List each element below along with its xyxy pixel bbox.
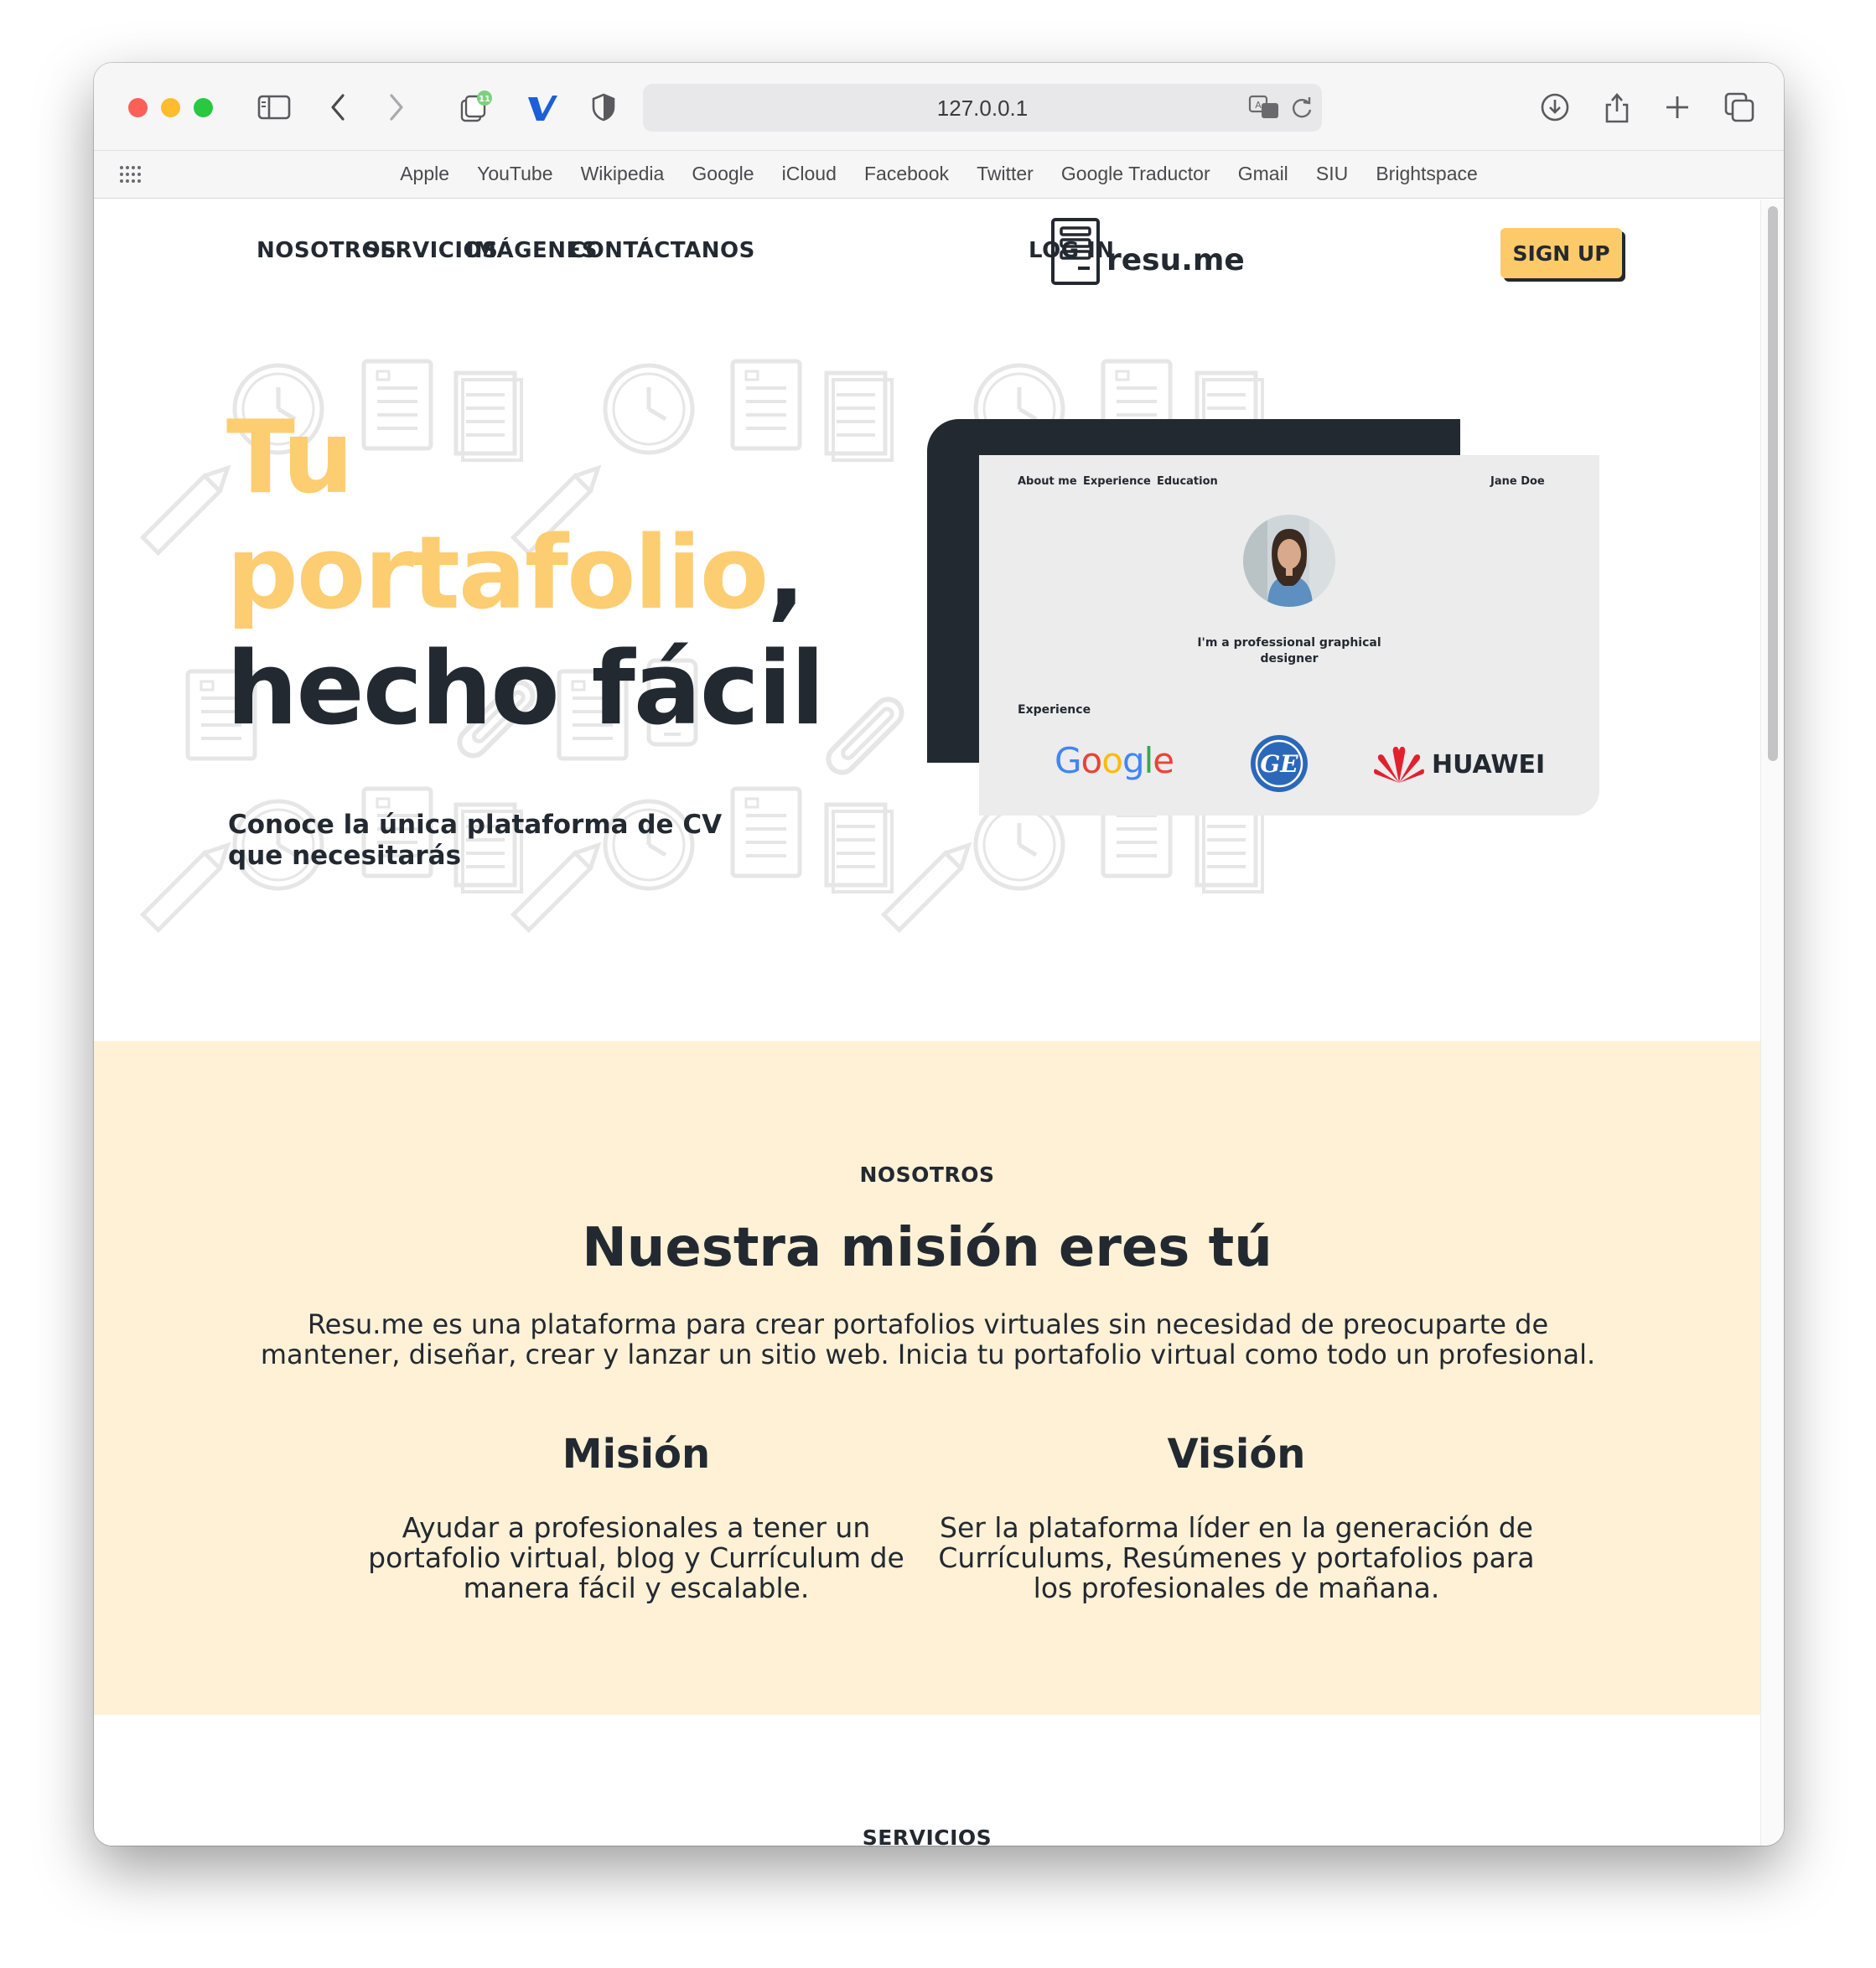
about-description: Resu.me es una plataforma para crear por… xyxy=(260,1308,1596,1370)
favorite-brightspace[interactable]: Brightspace xyxy=(1376,163,1477,185)
page-viewport: NOSOTROS SERVICIOS IMÁGENES CONTÁCTANOS … xyxy=(94,199,1760,1846)
mission-column: Misión Ayudar a profesionales a tener un… xyxy=(334,1431,938,1603)
favorite-apple[interactable]: Apple xyxy=(400,163,449,185)
favorite-icloud[interactable]: iCloud xyxy=(782,163,837,185)
vimeo-extension-icon[interactable] xyxy=(523,88,562,127)
extension-tabs-icon[interactable]: 11 xyxy=(456,88,495,127)
downloads-icon[interactable] xyxy=(1536,88,1574,127)
preview-tagline: I'm a professional graphical designer xyxy=(1197,636,1381,665)
services-eyebrow: SERVICIOS xyxy=(862,1826,992,1846)
minimize-window-button[interactable] xyxy=(161,98,180,117)
favorite-youtube[interactable]: YouTube xyxy=(477,163,552,185)
page-scrollbar[interactable] xyxy=(1760,199,1784,1846)
login-link[interactable]: LOG IN xyxy=(1029,238,1115,263)
hero-subtitle: Conoce la única plataforma de CV que nec… xyxy=(228,810,723,871)
vision-column: Visión Ser la plataforma líder en la gen… xyxy=(935,1431,1538,1603)
preview-experience-label: Experience xyxy=(1018,703,1091,717)
nav-contactanos[interactable]: CONTÁCTANOS xyxy=(569,238,755,263)
favorite-wikipedia[interactable]: Wikipedia xyxy=(581,163,665,185)
preview-name: Jane Doe xyxy=(1490,475,1545,488)
close-window-button[interactable] xyxy=(128,98,148,117)
hero-title-line2: portafolio xyxy=(226,515,769,632)
privacy-shield-icon[interactable] xyxy=(584,88,623,127)
zoom-window-button[interactable] xyxy=(194,98,213,117)
browser-toolbar: 11 127.0.0.1 A xyxy=(94,63,1784,151)
favorite-google[interactable]: Google xyxy=(692,163,754,185)
url-text: 127.0.0.1 xyxy=(936,96,1029,121)
tab-overview-icon[interactable] xyxy=(1720,88,1759,127)
huawei-wordmark: HUAWEI xyxy=(1432,750,1546,779)
hero-title: Tu portafolio, hecho fácil xyxy=(226,400,825,748)
extension-badge: 11 xyxy=(479,95,490,104)
ge-logo: GE xyxy=(1249,733,1309,797)
mission-text: Ayudar a profesionales a tener un portaf… xyxy=(368,1511,904,1604)
preview-nav-about: About me xyxy=(1018,475,1077,488)
google-logo: Google xyxy=(1055,740,1174,781)
svg-text:GE: GE xyxy=(1260,750,1298,778)
vision-title: Visión xyxy=(1167,1431,1306,1478)
portfolio-preview: About me Experience Education Jane Doe I… xyxy=(979,455,1599,816)
favorites-bar: Apple YouTube Wikipedia Google iCloud Fa… xyxy=(94,151,1784,199)
signup-button[interactable]: SIGN UP xyxy=(1500,228,1622,278)
profile-avatar xyxy=(1242,514,1336,611)
huawei-flower-icon xyxy=(1373,744,1425,788)
scrollbar-thumb[interactable] xyxy=(1768,206,1778,761)
new-tab-icon[interactable] xyxy=(1658,88,1697,127)
mission-title: Misión xyxy=(562,1431,711,1478)
preview-nav-experience: Experience xyxy=(1083,475,1151,488)
vision-text: Ser la plataforma líder en la generación… xyxy=(938,1511,1535,1604)
favorite-gmail[interactable]: Gmail xyxy=(1238,163,1288,185)
favorite-twitter[interactable]: Twitter xyxy=(977,163,1034,185)
about-title: Nuestra misión eres tú xyxy=(582,1217,1272,1279)
forward-icon[interactable] xyxy=(377,88,416,127)
reload-icon[interactable] xyxy=(1290,96,1314,124)
hero-title-line3: hecho fácil xyxy=(226,631,825,748)
favorite-facebook[interactable]: Facebook xyxy=(864,163,949,185)
svg-text:A: A xyxy=(1255,100,1262,111)
translate-icon[interactable]: A xyxy=(1248,94,1282,124)
about-eyebrow: NOSOTROS xyxy=(859,1163,995,1187)
favorite-google-traductor[interactable]: Google Traductor xyxy=(1061,163,1210,185)
address-bar[interactable]: 127.0.0.1 A xyxy=(643,84,1322,132)
hero-title-line1: Tu xyxy=(226,400,354,516)
hero-section: NOSOTROS SERVICIOS IMÁGENES CONTÁCTANOS … xyxy=(94,199,1760,1041)
about-section: NOSOTROS Nuestra misión eres tú Resu.me … xyxy=(94,1041,1760,1715)
browser-window: 11 127.0.0.1 A Apple YouTube Wikipedia G… xyxy=(94,63,1784,1846)
back-icon[interactable] xyxy=(319,88,357,127)
favorite-siu[interactable]: SIU xyxy=(1316,163,1348,185)
hero-title-comma: , xyxy=(767,515,806,632)
logo-text: resu.me xyxy=(1106,242,1245,277)
sidebar-toggle-icon[interactable] xyxy=(255,88,293,127)
preview-nav-education: Education xyxy=(1157,475,1218,488)
share-icon[interactable] xyxy=(1598,88,1636,127)
